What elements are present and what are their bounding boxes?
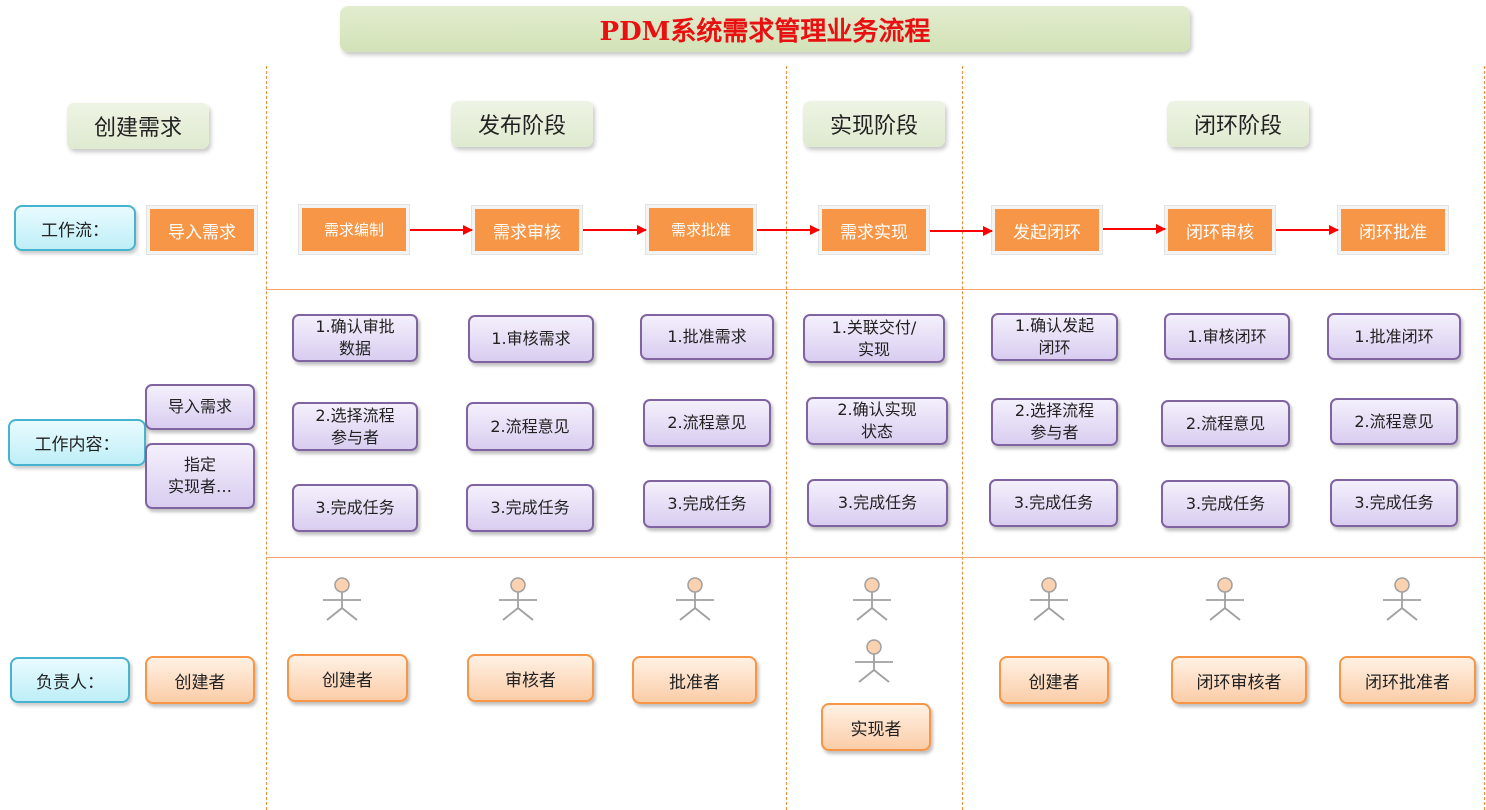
owner-close-approve: 闭环批准者 [1339,656,1476,704]
actor-icon-implement-2 [853,638,895,684]
actor-icon-edit [321,576,363,622]
content-approve-2: 2.流程意见 [643,399,771,447]
content-edit-3: 3.完成任务 [292,484,418,532]
owner-review: 审核者 [467,654,594,702]
content-review-1: 1.审核需求 [468,315,594,363]
content-implement-2: 2.确认实现 状态 [806,397,948,445]
content-implement-1: 1.关联交付/ 实现 [803,314,945,363]
content-edit-2: 2.选择流程 参与者 [292,402,418,451]
content-review-3: 3.完成任务 [466,484,594,532]
content-review-2: 2.流程意见 [466,402,594,451]
actor-icon-close-approve [1381,576,1423,622]
content-close-start-1: 1.确认发起 闭环 [991,313,1118,361]
actor-icon-review [497,576,539,622]
owner-implement: 实现者 [821,703,931,751]
actor-icon-implement-1 [851,576,893,622]
content-create-assign: 指定 实现者… [145,443,255,509]
content-implement-3: 3.完成任务 [807,479,948,527]
content-close-approve-3: 3.完成任务 [1330,479,1458,527]
content-close-approve-1: 1.批准闭环 [1327,313,1461,360]
actor-icon-approve [674,576,716,622]
content-approve-1: 1.批准需求 [640,314,774,360]
content-edit-1: 1.确认审批 数据 [292,314,418,362]
owner-create: 创建者 [145,656,255,704]
owner-edit: 创建者 [287,654,408,702]
content-close-review-1: 1.审核闭环 [1164,313,1290,360]
content-close-start-3: 3.完成任务 [989,479,1118,527]
content-close-review-2: 2.流程意见 [1161,400,1290,447]
content-close-review-3: 3.完成任务 [1161,480,1290,528]
content-create-import: 导入需求 [145,384,255,430]
content-close-start-2: 2.选择流程 参与者 [991,398,1118,446]
actor-icon-close-start [1028,576,1070,622]
content-close-approve-2: 2.流程意见 [1330,398,1458,445]
actor-icon-close-review [1204,576,1246,622]
owner-close-review: 闭环审核者 [1171,656,1307,704]
content-approve-3: 3.完成任务 [643,480,771,528]
owner-close-start: 创建者 [999,656,1109,704]
owner-approve: 批准者 [632,656,757,704]
